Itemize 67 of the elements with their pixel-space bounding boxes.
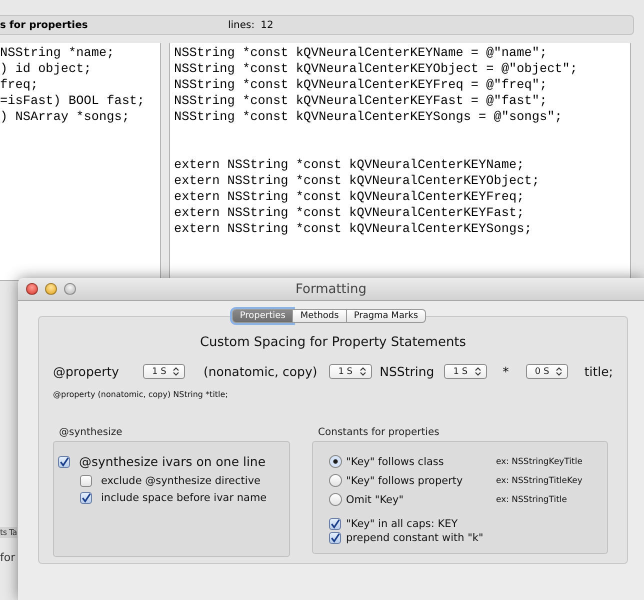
code-line: extern NSString *const kQVNeuralCenterKEYSongs; — [174, 221, 533, 237]
tab[interactable]: Pragma Marks — [346, 309, 426, 323]
checkmark-icon — [81, 492, 91, 504]
preview-text: @property (nonatomic, copy) NString *title; — [53, 390, 229, 399]
group-label: @synthesize — [59, 427, 124, 438]
code-line: NSString *const kQVNeuralCenterKEYFast = @"fast"; — [174, 93, 548, 109]
spacing-dropdown[interactable]: 0 S — [526, 364, 568, 379]
code-token: * — [502, 364, 509, 379]
checkmark-icon — [59, 456, 69, 468]
example-text: ex: NSStringKeyTitle — [496, 456, 582, 466]
code-line: NSString *const kQVNeuralCenterKEYName = @"name"; — [174, 45, 548, 61]
label-text: for — [0, 551, 16, 564]
spacing-dropdown[interactable]: 1 S — [143, 364, 186, 379]
checkbox[interactable] — [80, 475, 92, 487]
tab[interactable]: Properties — [232, 309, 294, 323]
spacing-dropdown[interactable]: 1 S — [444, 364, 487, 379]
label-text: ts Ta — [0, 527, 17, 538]
radio-button[interactable] — [329, 474, 342, 487]
checkmark-icon — [330, 518, 340, 530]
lines-label: lines: — [228, 20, 255, 30]
code-line: ) id object; — [0, 61, 92, 77]
option-label: exclude @synthesize directive — [101, 475, 260, 487]
spacing-dropdown[interactable]: 1 S — [329, 364, 372, 379]
code-token: @property — [53, 364, 120, 379]
checkbox[interactable] — [329, 532, 341, 544]
option-label: include space before ivar name — [101, 492, 267, 504]
checkbox[interactable] — [80, 492, 92, 504]
code-line: extern NSString *const kQVNeuralCenterKEYFreq; — [174, 189, 526, 205]
code-line: extern NSString *const kQVNeuralCenterKEYFast; — [174, 205, 526, 221]
option-label: @synthesize ivars on one line — [79, 454, 266, 469]
code-line: freq; — [0, 77, 40, 93]
code-line: NSString *const kQVNeuralCenterKEYObject = @"object"; — [174, 61, 579, 77]
code-token: (nonatomic, copy) — [203, 364, 318, 379]
checkmark-icon — [330, 532, 340, 544]
group-label: Constants for properties — [318, 427, 440, 438]
radio-button[interactable] — [329, 455, 342, 468]
example-text: ex: NSStringTitle — [496, 494, 568, 504]
up-down-arrows-icon — [474, 367, 481, 376]
code-line: NSString *const kQVNeuralCenterKEYFreq = @"freq"; — [174, 77, 548, 93]
option-label: "Key" follows property — [346, 474, 464, 486]
code-line: extern NSString *const kQVNeuralCenterKEYName; — [174, 157, 526, 173]
code-line: extern NSString *const kQVNeuralCenterKEYObject; — [174, 173, 540, 189]
code-line: =isFast) BOOL fast; — [0, 93, 146, 109]
option-label: prepend constant with "k" — [346, 532, 484, 544]
lines-count: 12 — [260, 20, 274, 30]
code-line: NSString *const kQVNeuralCenterKEYSongs = @"songs"; — [174, 109, 564, 125]
code-line: ) NSArray *songs; — [0, 109, 130, 125]
radio-button[interactable] — [329, 493, 342, 506]
panel-title: s for properties — [0, 20, 89, 30]
close-button[interactable] — [26, 283, 38, 295]
up-down-arrows-icon — [360, 367, 366, 376]
up-down-arrows-icon — [173, 367, 180, 376]
section-heading: Custom Spacing for Property Statements — [198, 335, 468, 350]
tab[interactable]: Methods — [293, 309, 347, 323]
minimize-button[interactable] — [45, 283, 57, 295]
code-token: title; — [584, 364, 613, 379]
option-label: "Key" follows class — [346, 456, 445, 468]
checkbox[interactable] — [58, 456, 70, 468]
option-label: "Key" in all caps: KEY — [346, 518, 458, 530]
example-text: ex: NSStringTitleKey — [496, 476, 582, 486]
code-line: NSString *name; — [0, 45, 116, 61]
option-label: Omit "Key" — [346, 494, 405, 506]
zoom-button[interactable] — [64, 283, 76, 295]
window-title: Formatting — [295, 282, 366, 296]
checkbox[interactable] — [329, 518, 341, 530]
up-down-arrows-icon — [556, 367, 562, 376]
code-token: NSString — [380, 364, 434, 379]
